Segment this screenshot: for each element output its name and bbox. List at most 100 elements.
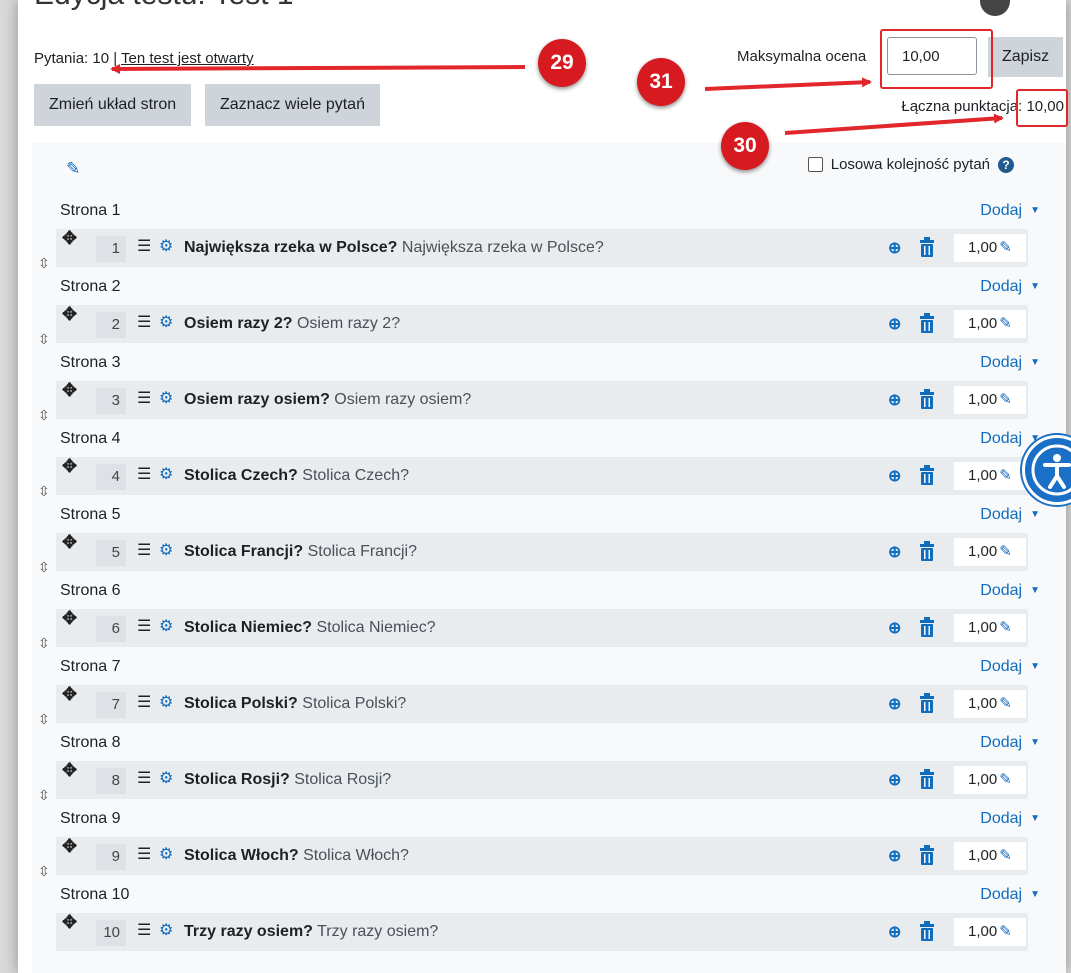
shuffle-checkbox[interactable] — [807, 157, 823, 172]
save-button[interactable]: Zapisz — [988, 37, 1063, 77]
move-icon[interactable]: ✥ — [62, 684, 77, 705]
repaginate-icon[interactable]: ⇳ — [38, 255, 50, 272]
repaginate-icon[interactable]: ⇳ — [38, 787, 50, 804]
question-name[interactable]: Stolica Francji? Stolica Francji? — [184, 533, 417, 571]
zoom-icon[interactable]: ⊕ — [888, 314, 901, 334]
max-mark[interactable]: 1,00 ✎ — [954, 310, 1026, 338]
question-name[interactable]: Osiem razy 2? Osiem razy 2? — [184, 305, 400, 343]
zoom-icon[interactable]: ⊕ — [888, 542, 901, 562]
gear-icon[interactable]: ⚙ — [159, 768, 173, 788]
add-menu[interactable]: Dodaj ▼ — [980, 274, 1040, 300]
question-name[interactable]: Stolica Rosji? Stolica Rosji? — [184, 761, 391, 799]
max-mark[interactable]: 1,00 ✎ — [954, 386, 1026, 414]
question-name[interactable]: Stolica Czech? Stolica Czech? — [184, 457, 409, 495]
add-menu[interactable]: Dodaj ▼ — [980, 198, 1040, 224]
zoom-icon[interactable]: ⊕ — [888, 238, 901, 258]
gear-icon[interactable]: ⚙ — [159, 236, 173, 256]
max-mark[interactable]: 1,00 ✎ — [954, 538, 1026, 566]
max-mark[interactable]: 1,00 ✎ — [954, 690, 1026, 718]
move-icon[interactable]: ✥ — [62, 228, 77, 249]
gear-icon[interactable]: ⚙ — [159, 312, 173, 332]
pencil-icon[interactable]: ✎ — [999, 543, 1012, 560]
trash-icon[interactable] — [919, 845, 935, 865]
zoom-icon[interactable]: ⊕ — [888, 466, 901, 486]
pencil-icon[interactable]: ✎ — [999, 771, 1012, 788]
move-icon[interactable]: ✥ — [62, 304, 77, 325]
move-icon[interactable]: ✥ — [62, 836, 77, 857]
max-mark[interactable]: 1,00 ✎ — [954, 234, 1026, 262]
zoom-icon[interactable]: ⊕ — [888, 618, 901, 638]
question-name[interactable]: Trzy razy osiem? Trzy razy osiem? — [184, 913, 438, 951]
repaginate-icon[interactable]: ⇳ — [38, 331, 50, 348]
gear-icon[interactable]: ⚙ — [159, 920, 173, 940]
trash-icon[interactable] — [919, 389, 935, 409]
trash-icon[interactable] — [919, 237, 935, 257]
add-menu[interactable]: Dodaj ▼ — [980, 350, 1040, 376]
zoom-icon[interactable]: ⊕ — [888, 390, 901, 410]
pencil-icon[interactable]: ✎ — [999, 923, 1012, 940]
gear-icon[interactable]: ⚙ — [159, 540, 173, 560]
add-menu[interactable]: Dodaj ▼ — [980, 730, 1040, 756]
trash-icon[interactable] — [919, 921, 935, 941]
add-menu[interactable]: Dodaj ▼ — [980, 578, 1040, 604]
pencil-icon[interactable]: ✎ — [999, 847, 1012, 864]
repaginate-icon[interactable]: ⇳ — [38, 483, 50, 500]
repaginate-icon[interactable]: ⇳ — [38, 711, 50, 728]
question-number: 6 — [96, 616, 126, 642]
select-multiple-button[interactable]: Zaznacz wiele pytań — [205, 84, 380, 126]
move-icon[interactable]: ✥ — [62, 608, 77, 629]
trash-icon[interactable] — [919, 617, 935, 637]
add-label: Dodaj — [980, 658, 1023, 676]
max-mark[interactable]: 1,00 ✎ — [954, 614, 1026, 642]
gear-icon[interactable]: ⚙ — [159, 388, 173, 408]
add-menu[interactable]: Dodaj ▼ — [980, 654, 1040, 680]
trash-icon[interactable] — [919, 465, 935, 485]
trash-icon[interactable] — [919, 541, 935, 561]
trash-icon[interactable] — [919, 769, 935, 789]
help-icon[interactable]: ? — [998, 156, 1014, 173]
gear-icon[interactable]: ⚙ — [159, 616, 173, 636]
question-name[interactable]: Stolica Polski? Stolica Polski? — [184, 685, 406, 723]
gear-icon[interactable]: ⚙ — [159, 464, 173, 484]
max-mark[interactable]: 1,00 ✎ — [954, 918, 1026, 946]
move-icon[interactable]: ✥ — [62, 760, 77, 781]
max-mark[interactable]: 1,00 ✎ — [954, 842, 1026, 870]
question-name[interactable]: Stolica Włoch? Stolica Włoch? — [184, 837, 409, 875]
question-number: 1 — [96, 236, 126, 262]
add-menu[interactable]: Dodaj ▼ — [980, 806, 1040, 832]
pencil-icon[interactable]: ✎ — [999, 695, 1012, 712]
accessibility-icon[interactable] — [1022, 435, 1071, 505]
move-icon[interactable]: ✥ — [62, 532, 77, 553]
repaginate-icon[interactable]: ⇳ — [38, 635, 50, 652]
gear-icon[interactable]: ⚙ — [159, 844, 173, 864]
pencil-icon[interactable]: ✎ — [999, 239, 1012, 256]
avatar[interactable] — [980, 0, 1010, 16]
zoom-icon[interactable]: ⊕ — [888, 770, 901, 790]
zoom-icon[interactable]: ⊕ — [888, 694, 901, 714]
add-menu[interactable]: Dodaj ▼ — [980, 502, 1040, 528]
repaginate-button[interactable]: Zmień układ stron — [34, 84, 192, 126]
repaginate-icon[interactable]: ⇳ — [38, 407, 50, 424]
zoom-icon[interactable]: ⊕ — [888, 846, 901, 866]
pencil-icon[interactable]: ✎ — [999, 315, 1012, 332]
add-menu[interactable]: Dodaj ▼ — [980, 882, 1040, 908]
trash-icon[interactable] — [919, 693, 935, 713]
max-mark[interactable]: 1,00 ✎ — [954, 766, 1026, 794]
move-icon[interactable]: ✥ — [62, 380, 77, 401]
repaginate-icon[interactable]: ⇳ — [38, 559, 50, 576]
question-number: 8 — [96, 768, 126, 794]
pencil-icon[interactable]: ✎ — [999, 467, 1012, 484]
question-name[interactable]: Największa rzeka w Polsce? Największa rz… — [184, 229, 604, 267]
gear-icon[interactable]: ⚙ — [159, 692, 173, 712]
trash-icon[interactable] — [919, 313, 935, 333]
pencil-icon[interactable]: ✎ — [999, 391, 1012, 408]
question-name[interactable]: Osiem razy osiem? Osiem razy osiem? — [184, 381, 471, 419]
pencil-icon[interactable]: ✎ — [999, 619, 1012, 636]
max-mark[interactable]: 1,00 ✎ — [954, 462, 1026, 490]
question-name[interactable]: Stolica Niemiec? Stolica Niemiec? — [184, 609, 436, 647]
repaginate-icon[interactable]: ⇳ — [38, 863, 50, 880]
edit-section-pencil-icon[interactable]: ✎ — [66, 159, 80, 179]
zoom-icon[interactable]: ⊕ — [888, 922, 901, 942]
move-icon[interactable]: ✥ — [62, 912, 77, 933]
move-icon[interactable]: ✥ — [62, 456, 77, 477]
